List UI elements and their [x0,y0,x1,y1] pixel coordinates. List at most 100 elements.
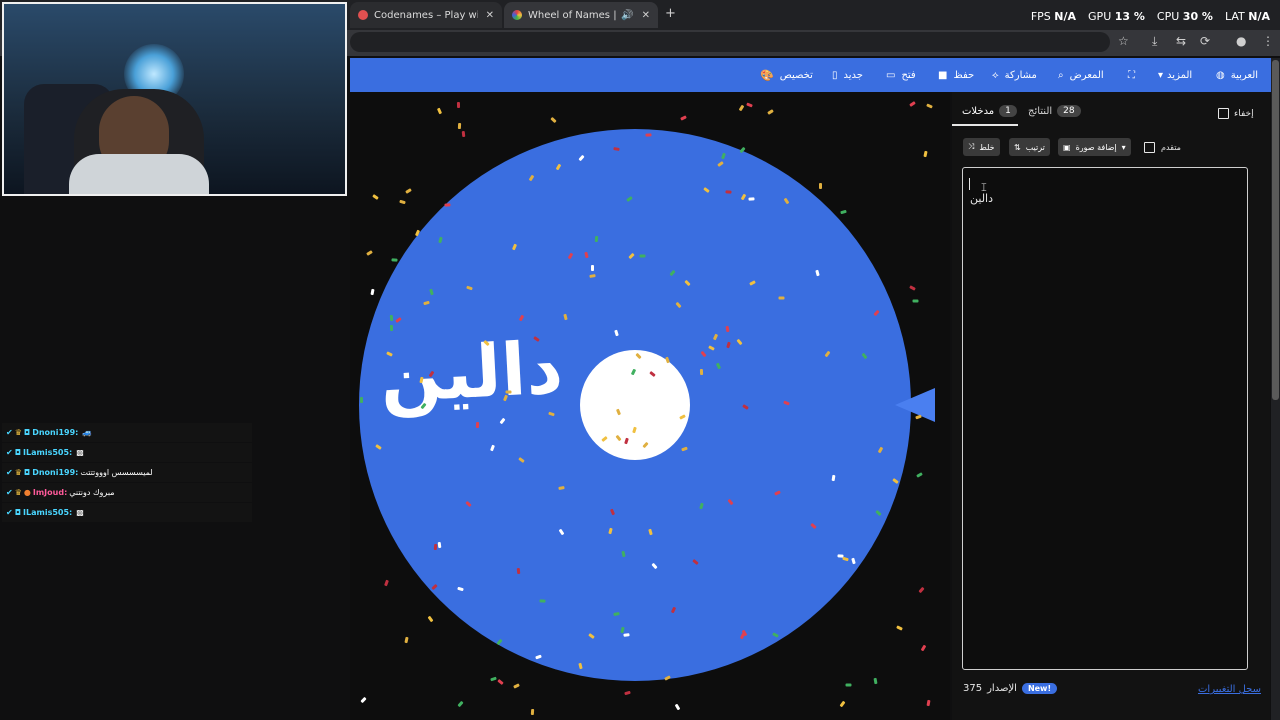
results-label: النتائج [1028,105,1053,117]
gallery-button[interactable]: ⌕ المعرض [1058,58,1104,92]
download-icon[interactable]: ⤓ [1152,34,1157,49]
save-button[interactable]: ■ حفظ [938,58,974,92]
new-badge: New! [1021,683,1058,694]
entries-count-badge: 1 [999,105,1017,117]
menu-icon[interactable]: ⋮ [1262,34,1274,48]
translate-icon[interactable]: ⇆ [1176,34,1186,48]
confetti-piece [530,709,534,716]
confetti-piece [778,296,785,300]
badge-icon: ✔ [6,428,13,437]
hide-toggle[interactable]: إخفاء [1218,108,1254,119]
confetti-piece [475,421,480,428]
wheel-favicon-icon [512,10,522,20]
confetti-piece [389,325,394,332]
confetti-piece [539,599,546,603]
hide-checkbox[interactable] [1218,108,1229,119]
folder-icon: ▭ [886,69,896,81]
new-button[interactable]: ▯ جديد [832,58,863,92]
tab-title: Wheel of Names | العشوائي [528,9,617,21]
entry-line: دالين [970,192,993,205]
language-select[interactable]: ◍ العربية [1216,58,1258,92]
tab-entries[interactable]: مدخلات 1 [962,105,1017,117]
tab-codenames[interactable]: Codenames – Play with your Fr ✕ [350,2,502,28]
chat-message: ✔ ◘ ILamis505: ▩ [2,503,252,522]
star-icon[interactable]: ☆ [1118,34,1129,48]
results-count-badge: 28 [1057,105,1081,117]
profile-avatar[interactable]: ● [1236,34,1246,48]
confetti-piece [389,314,393,321]
streamer-shirt [69,154,209,194]
add-image-button[interactable]: ▣ إضافة صورة ▾ [1058,138,1131,156]
crown-icon: ♛ [14,488,22,497]
badge-icon: ✔ [6,488,13,497]
search-icon: ⌕ [1058,69,1064,81]
confetti-piece [391,257,398,262]
save-icon: ■ [938,69,948,81]
shuffle-button[interactable]: ⤨ خلط [963,138,1000,156]
speaker-icon: 🔊 [621,9,634,21]
fullscreen-button[interactable]: ⛶ [1128,58,1135,92]
share-icon: ⟡ [992,69,999,81]
file-icon: ▯ [832,69,838,81]
chat-message: ✔ ♛ ◘ Dnoni199: لميسسسس اوووتتتت [2,463,252,482]
close-icon[interactable]: ✕ [642,10,650,21]
close-icon[interactable]: ✕ [486,10,494,21]
webcam-overlay [2,2,347,196]
entries-textarea[interactable] [962,167,1248,670]
confetti-piece [845,683,852,687]
globe-icon: ◍ [1216,69,1225,81]
performance-overlay: FPS N/A GPU 13 % CPU 30 % LAT N/A [1030,10,1270,23]
crown-icon: ♛ [14,468,22,477]
share-button[interactable]: ⟡ مشاركة [992,58,1037,92]
stream-chat: ✔ ♛ ◘ Dnoni199: 🚙 ✔ ◘ ILamis505: ▩ ✔ ♛ ◘ Dnoni1… [2,423,252,523]
confetti-piece [699,369,703,376]
gift-icon: ● [23,488,31,497]
confetti-piece [818,183,822,190]
confetti-piece [437,541,442,548]
version-info: 375 الإصدار New! [963,683,1058,694]
emote-icon: 🚙 [82,428,93,437]
confetti-piece [725,325,730,333]
confetti-piece [912,299,919,303]
extensions-icon[interactable]: ⟳ [1200,34,1210,48]
confetti-piece [457,122,461,129]
customize-button[interactable]: 🎨 تخصيص [760,58,813,92]
confetti-piece [433,544,438,551]
tab-title: Codenames – Play with your Fr [374,9,478,21]
confetti-piece [613,147,621,151]
confetti-piece [639,254,646,258]
confetti-piece [644,133,652,137]
entries-label: مدخلات [962,105,995,117]
new-tab-button[interactable]: + [665,6,676,21]
more-menu[interactable]: ▾ المزيد [1158,58,1192,92]
url-field[interactable] [350,32,1110,52]
confetti-piece [926,699,931,707]
scrollbar-thumb[interactable] [1272,60,1279,400]
confetti-piece [590,265,594,272]
version-label: الإصدار [987,683,1017,694]
advanced-checkbox[interactable] [1144,142,1155,153]
chevron-down-icon: ▾ [1158,69,1164,81]
chat-message: ✔ ♛ ◘ Dnoni199: 🚙 [2,423,252,442]
palette-icon: 🎨 [760,68,774,82]
advanced-toggle[interactable]: متقدم [1144,142,1181,153]
image-icon: ▣ [1063,142,1071,152]
tab-wheel-of-names[interactable]: Wheel of Names | العشوائي 🔊 ✕ [504,2,658,28]
confetti-piece [360,397,364,404]
text-caret [969,178,970,190]
chat-message: ✔ ◘ ILamis505: ▩ [2,443,252,462]
active-tab-indicator [952,124,1018,126]
changelog-link[interactable]: سجل التغييرات [1198,684,1261,695]
wheel-hub[interactable] [580,350,690,460]
confetti-piece [444,203,451,207]
chevron-down-icon: ▾ [1121,142,1126,152]
sub-icon: ◘ [14,448,22,457]
sort-button[interactable]: ⇅ ترتيب [1009,138,1050,156]
version-number: 375 [963,683,983,694]
tab-results[interactable]: النتائج 28 [1028,105,1081,117]
confetti-piece [558,485,565,490]
open-button[interactable]: ▭ فتح [886,58,916,92]
shuffle-icon: ⤨ [968,142,975,151]
sort-icon: ⇅ [1014,142,1021,152]
chat-message: ✔ ♛ ● ImJoud: مبروك دونتني [2,483,252,502]
